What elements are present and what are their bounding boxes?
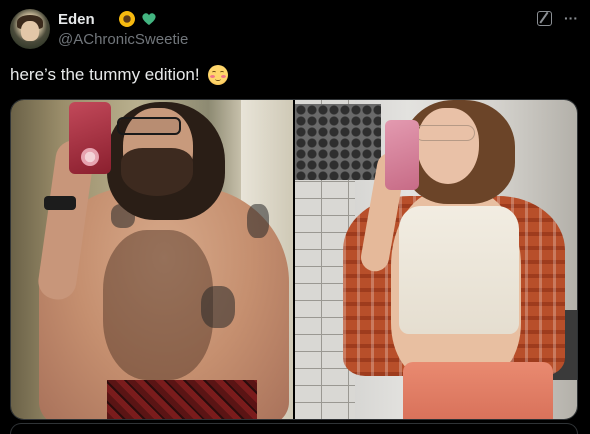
tweet-header: Eden @AChronicSweetie	[58, 10, 188, 49]
photo-glasses	[117, 117, 181, 135]
green-heart-icon	[141, 11, 157, 27]
photo-chest-hair	[103, 230, 213, 380]
photo-tattoo	[201, 286, 235, 328]
sunflower-icon	[118, 11, 135, 27]
photo-tattoo	[247, 204, 269, 238]
tweet-text: here’s the tummy edition!	[10, 65, 228, 85]
name-row: Eden	[58, 10, 188, 28]
photo-phone	[69, 102, 111, 174]
photo-pants	[403, 362, 553, 419]
avatar[interactable]	[10, 9, 50, 49]
media-grid	[10, 99, 578, 420]
display-name[interactable]: Eden	[58, 11, 95, 28]
photo-watch	[44, 196, 76, 210]
grok-icon[interactable]	[537, 11, 552, 26]
avatar-face	[21, 21, 39, 41]
photo-shorts	[107, 380, 257, 419]
header-actions: ···	[537, 11, 578, 26]
photo-glasses	[415, 125, 475, 141]
photo-phone	[385, 120, 419, 190]
photo-face	[417, 108, 479, 184]
tweet: Eden @AChronicSweetie ··· here’s the tum…	[0, 0, 590, 434]
media-image-left[interactable]	[11, 100, 293, 419]
photo-mosaic-tile	[295, 104, 381, 180]
blush-icon	[207, 65, 228, 85]
photo-tank-top	[399, 206, 519, 334]
photo-beard	[121, 148, 193, 196]
media-image-right[interactable]	[295, 100, 577, 419]
user-handle[interactable]: @AChronicSweetie	[58, 31, 188, 48]
more-icon[interactable]: ···	[564, 11, 578, 25]
tweet-body: here’s the tummy edition!	[10, 65, 200, 84]
